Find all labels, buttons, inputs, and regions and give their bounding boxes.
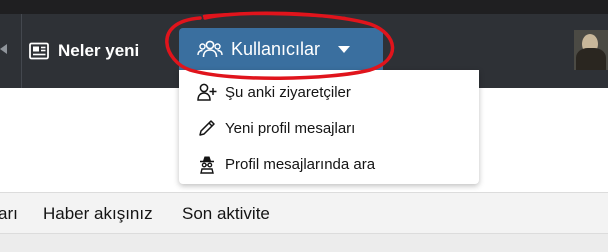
users-dropdown-menu: Şu anki ziyaretçiler Yeni profil mesajla… — [179, 70, 479, 184]
menu-item-new-profile-posts[interactable]: Yeni profil mesajları — [179, 110, 479, 146]
subnav-item-news-feed[interactable]: Haber akışınız — [43, 204, 153, 224]
menu-item-search-profile-posts[interactable]: Profil mesajlarında ara — [179, 146, 479, 182]
nav-tab-users[interactable]: Kullanıcılar — [179, 28, 383, 70]
subnav-item-partial[interactable]: arı — [0, 204, 18, 224]
subnav-item-latest-activity[interactable]: Son aktivite — [182, 204, 270, 224]
users-icon — [197, 40, 223, 58]
nav-tab-whats-new-label: Neler yeni — [58, 41, 140, 60]
menu-item-label: Yeni profil mesajları — [225, 119, 356, 137]
menu-item-current-visitors[interactable]: Şu anki ziyaretçiler — [179, 74, 479, 110]
nav-divider — [21, 14, 22, 88]
chevron-down-icon[interactable] — [338, 45, 351, 53]
sub-navigation: arı Haber akışınız Son aktivite — [0, 192, 608, 234]
spy-icon — [200, 156, 214, 174]
nav-scroll-left-icon[interactable] — [0, 44, 7, 54]
menu-item-label: Profil mesajlarında ara — [225, 155, 376, 173]
avatar[interactable] — [574, 30, 608, 70]
pencil-icon — [199, 120, 215, 136]
top-strip — [0, 0, 608, 14]
menu-item-label: Şu anki ziyaretçiler — [225, 83, 351, 101]
nav-tab-users-label: Kullanıcılar — [231, 38, 321, 59]
nav-tab-whats-new[interactable]: Neler yeni — [28, 30, 139, 72]
newspaper-icon — [29, 42, 49, 60]
user-plus-icon — [197, 83, 217, 101]
